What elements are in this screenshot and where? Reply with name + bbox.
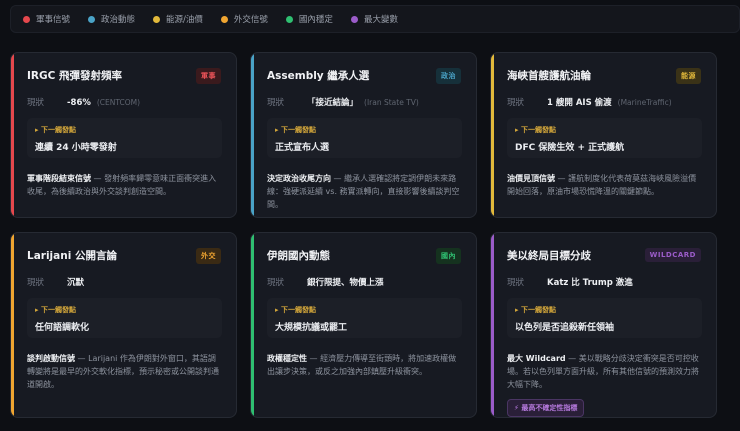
next-trigger-value: DFC 保險生效 + 正式護航	[515, 143, 625, 153]
category-accent-bar	[491, 233, 494, 417]
next-trigger-box: ▸ 下一觸發點任何語調軟化	[27, 298, 222, 338]
legend-item: 政治動態	[88, 13, 135, 25]
status-source: (MarineTraffic)	[617, 98, 672, 107]
legend-label: 最大變數	[363, 15, 398, 25]
status-row: 現狀 1 艘開 AIS 偷渡 (MarineTraffic)	[507, 96, 702, 108]
signal-card: 海峽首艘護航油輪 能源 現狀 1 艘開 AIS 偷渡 (MarineTraffic)…	[490, 52, 717, 218]
category-tag: 外交	[196, 248, 221, 264]
status-source: (Iran State TV)	[364, 98, 419, 107]
status-value: 「接近結論」	[307, 98, 359, 108]
next-trigger-value: 以色列是否追殺新任領袖	[515, 323, 615, 333]
next-trigger-box: ▸ 下一觸發點連續 24 小時零發射	[27, 118, 222, 158]
category-tag: WILDCARD	[644, 248, 701, 262]
status-value: 銀行限提、物價上漲	[307, 278, 384, 288]
legend-dot-icon	[23, 15, 30, 23]
legend-item: 能源/油價	[153, 13, 203, 25]
description-headline: 油價見頂信號	[507, 174, 555, 183]
status-row: 現狀 沉默	[27, 276, 222, 288]
category-tag: 能源	[676, 68, 701, 84]
card-title: IRGC 飛彈發射頻率	[27, 70, 122, 82]
next-trigger-value: 大規模抗議或罷工	[275, 323, 348, 333]
legend-label: 軍事信號	[36, 15, 71, 25]
legend-item: 外交信號	[220, 13, 268, 25]
next-trigger-box: ▸ 下一觸發點以色列是否追殺新任領袖	[507, 298, 702, 338]
legend-label: 國內穩定	[298, 15, 333, 25]
status-value: -86%	[67, 98, 91, 108]
signal-card: Larijani 公開言論 外交 現狀 沉默 ▸ 下一觸發點任何語調軟化 談判啟動…	[10, 232, 237, 418]
card-title: 海峽首艘護航油輪	[507, 70, 591, 82]
next-trigger-label: ▸ 下一觸發點	[35, 306, 76, 314]
card-description: 談判啟動信號 — Larijani 作為伊朗對外窗口，其語調轉變將是最早的外交軟…	[27, 352, 222, 391]
card-title: Assembly 繼承人選	[267, 70, 370, 82]
signal-card: 伊朗國內動態 國內 現狀 銀行限提、物價上漲 ▸ 下一觸發點大規模抗議或罷工 政權…	[250, 232, 477, 418]
description-headline: 政權穩定性	[267, 354, 307, 363]
signal-card: Assembly 繼承人選 政治 現狀 「接近結論」 (Iran State TV)…	[250, 52, 477, 218]
status-value: Katz 比 Trump 激進	[547, 278, 633, 288]
signal-card: IRGC 飛彈發射頻率 軍事 現狀 -86% (CENTCOM) ▸ 下一觸發點連續…	[10, 52, 237, 218]
category-accent-bar	[11, 233, 14, 417]
category-accent-bar	[251, 233, 254, 417]
status-row: 現狀 銀行限提、物價上漲	[267, 276, 462, 288]
card-description: 決定政治收尾方向 — 繼承人選確認將定調伊朗未來路線：強硬派延續 vs. 務實派…	[267, 172, 462, 211]
status-label: 現狀	[267, 278, 285, 288]
status-label: 現狀	[27, 98, 45, 108]
category-tag: 國內	[436, 248, 461, 264]
category-accent-bar	[251, 53, 254, 217]
card-title: Larijani 公開言論	[27, 250, 117, 262]
status-label: 現狀	[267, 98, 285, 108]
status-label: 現狀	[507, 278, 525, 288]
legend-item: 最大變數	[350, 13, 398, 25]
legend-dot-icon	[88, 15, 96, 23]
next-trigger-box: ▸ 下一觸發點 DFC 保險生效 + 正式護航	[507, 118, 702, 158]
next-trigger-label: ▸ 下一觸發點	[275, 306, 316, 314]
legend-dot-icon	[350, 15, 358, 23]
legend-bar: 軍事信號 政治動態 能源/油價 外交信號 國內穩定 最大變數	[10, 5, 740, 33]
status-row: 現狀 「接近結論」 (Iran State TV)	[267, 96, 462, 108]
next-trigger-label: ▸ 下一觸發點	[35, 126, 76, 134]
legend-item: 軍事信號	[23, 13, 70, 25]
legend-label: 外交信號	[233, 15, 268, 25]
status-label: 現狀	[27, 278, 45, 288]
legend-dot-icon	[220, 15, 228, 23]
legend-label: 政治動態	[101, 15, 136, 25]
status-label: 現狀	[507, 98, 525, 108]
category-tag: 政治	[436, 68, 461, 84]
status-row: 現狀 Katz 比 Trump 激進	[507, 276, 702, 288]
legend-dot-icon	[285, 15, 293, 23]
category-accent-bar	[491, 53, 494, 217]
legend-label: 能源/油價	[166, 15, 203, 25]
status-value: 沉默	[67, 278, 85, 288]
card-description: 軍事階段結束信號 — 發射頻率歸零意味正面衝突進入收尾，為後續政治與外交談判創造…	[27, 172, 222, 198]
legend-item: 國內穩定	[285, 13, 333, 25]
description-headline: 決定政治收尾方向	[267, 174, 331, 183]
description-headline: 軍事階段結束信號	[27, 174, 91, 183]
status-row: 現狀 -86% (CENTCOM)	[27, 96, 222, 108]
legend-dot-icon	[153, 15, 161, 23]
card-description: 最大 Wildcard — 美以戰略分歧決定衝突是否可控收場。若以色列單方面升級…	[507, 352, 702, 391]
status-source: (CENTCOM)	[96, 98, 141, 107]
next-trigger-label: ▸ 下一觸發點	[275, 126, 316, 134]
category-accent-bar	[11, 53, 14, 217]
card-description: 油價見頂信號 — 護航制度化代表荷莫茲海峽風險溢價開始回落，原油市場恐慌降溫的關…	[507, 172, 702, 198]
next-trigger-value: 任何語調軟化	[35, 323, 90, 333]
card-description: 政權穩定性 — 經濟壓力傳導至街頭時，將加速政權做出讓步決策，或反之加強內部鎮壓…	[267, 352, 462, 378]
next-trigger-label: ▸ 下一觸發點	[515, 306, 556, 314]
signal-card: 美以終局目標分歧 WILDCARD 現狀 Katz 比 Trump 激進 ▸ 下一…	[490, 232, 717, 418]
status-value: 1 艘開 AIS 偷渡	[547, 98, 612, 108]
next-trigger-value: 連續 24 小時零發射	[35, 143, 117, 153]
next-trigger-value: 正式宣布人選	[275, 143, 330, 153]
next-trigger-box: ▸ 下一觸發點大規模抗議或罷工	[267, 298, 462, 338]
next-trigger-box: ▸ 下一觸發點正式宣布人選	[267, 118, 462, 158]
card-title: 伊朗國內動態	[267, 250, 330, 262]
category-tag: 軍事	[196, 68, 221, 84]
next-trigger-label: ▸ 下一觸發點	[515, 126, 556, 134]
uncertainty-badge: ⚡ 最高不確定性指標	[507, 399, 585, 417]
description-headline: 最大 Wildcard	[507, 354, 566, 363]
description-headline: 談判啟動信號	[27, 354, 75, 363]
